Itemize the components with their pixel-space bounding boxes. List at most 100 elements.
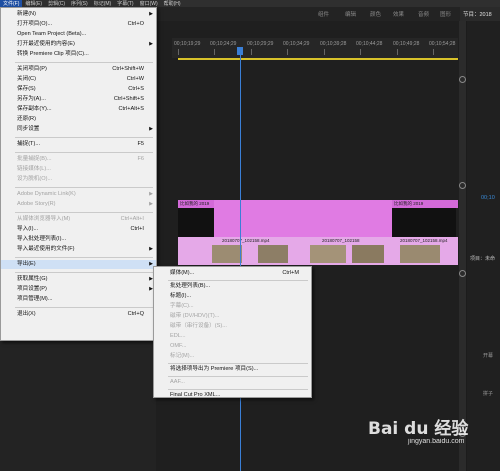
file-menu-item[interactable]: 导入批处理列表(I)... [1, 235, 156, 244]
export-menu-item: 字幕(C)... [154, 302, 311, 311]
file-menu-item[interactable]: 打开项目(O)... Ctrl+O [1, 20, 156, 29]
ruler-timecode: 00;10;44;28 [356, 41, 383, 47]
timeline-scrollbar[interactable] [459, 21, 466, 471]
project-tab[interactable]: 项目：未命 [470, 255, 495, 262]
project-item-label: 拼子 [483, 391, 494, 397]
menu-item-shortcut: F6 [137, 156, 144, 162]
clip-thumbnail[interactable] [352, 245, 384, 263]
menu-item-label: 从媒体浏览器导入(M) [17, 216, 71, 222]
menu-item-label: 批处理列表(B)... [170, 283, 211, 289]
file-menu-item[interactable]: 项目设置(P) ▶ [1, 285, 156, 294]
ruler-tick [178, 49, 179, 55]
menu-marker[interactable]: 标记(M) [91, 0, 115, 7]
menu-item-label: 设为脱机(O)... [17, 176, 53, 182]
ruler-timecode: 00;10;29;29 [247, 41, 274, 47]
scroll-handle-icon[interactable] [459, 76, 466, 83]
timeline-ruler[interactable]: 00;10;19;29 00;10;24;29 00;10;29;29 00;1… [172, 38, 458, 58]
playhead-line[interactable] [240, 55, 241, 471]
menu-title[interactable]: 字幕(T) [114, 0, 136, 7]
menu-item-label: 链接媒体(L)... [17, 166, 51, 172]
file-menu-item[interactable]: 另存为(A)... Ctrl+Shift+S [1, 95, 156, 104]
clip-thumbnail[interactable] [212, 245, 242, 263]
export-submenu: 媒体(M)... Ctrl+M 批处理列表(B)... 标题(I)... 字幕(C)..… [153, 266, 312, 398]
menu-item-label: 转换 Premiere Clip 项目(C)... [17, 51, 89, 57]
menu-edit[interactable]: 编辑(E) [22, 0, 45, 7]
file-menu-item[interactable]: 保存副本(Y)... Ctrl+Alt+S [1, 105, 156, 114]
file-menu-item[interactable]: 关闭项目(P) Ctrl+Shift+W [1, 65, 156, 74]
menu-separator [15, 137, 153, 138]
workspace-tab[interactable]: 音频 [418, 10, 429, 18]
file-menu-item[interactable]: 同步设置 ▶ [1, 125, 156, 134]
menu-separator [15, 257, 153, 258]
menu-separator [15, 187, 153, 188]
menu-window[interactable]: 窗口(W) [137, 0, 161, 7]
file-menu-item[interactable]: 保存(S) Ctrl+S [1, 85, 156, 94]
menu-separator [168, 280, 308, 281]
right-panel [467, 21, 500, 471]
file-menu-item: 链接媒体(L)... [1, 165, 156, 174]
menu-item-label: 关闭项目(P) [17, 66, 47, 72]
export-menu-item[interactable]: 将选择项导出为 Premiere 项目(S)... [154, 365, 311, 374]
menu-separator [15, 62, 153, 63]
menu-item-shortcut: Ctrl+Alt+I [120, 216, 144, 222]
work-area-bar[interactable] [178, 58, 458, 60]
file-menu-item[interactable]: 还原(R) [1, 115, 156, 124]
clip-thumbnail[interactable] [310, 245, 346, 263]
file-menu-item[interactable]: 关闭(C) Ctrl+W [1, 75, 156, 84]
menu-item-label: 标记(M)... [170, 353, 195, 359]
program-monitor-tab[interactable]: 节目：2018 [460, 7, 500, 21]
workspace-tab[interactable]: 图形 [440, 10, 451, 18]
export-menu-item[interactable]: 媒体(M)... Ctrl+M [154, 269, 311, 278]
menu-item-label: 导入最近使用的文件(F) [17, 246, 75, 252]
menu-file[interactable]: 文件(F) [0, 0, 23, 7]
clip-thumbnail[interactable] [400, 245, 440, 263]
file-menu-item[interactable]: 新建(N) ▶ [1, 10, 156, 19]
file-menu-item[interactable]: 打开最近使用的内容(E) ▶ [1, 40, 156, 49]
file-menu-item[interactable]: 获取属性(G) ▶ [1, 275, 156, 284]
workspace-tab[interactable]: 编辑 [345, 10, 356, 18]
submenu-arrow-icon: ▶ [149, 41, 153, 47]
scroll-handle-icon[interactable] [459, 182, 466, 189]
workspace-tab[interactable]: 效果 [393, 10, 404, 18]
file-menu-item[interactable]: 捕捉(T)... F5 [1, 140, 156, 149]
title-clip[interactable]: 比如我的 2019 [178, 200, 214, 208]
menu-separator [15, 212, 153, 213]
export-menu-item[interactable]: 标题(I)... [154, 292, 311, 301]
file-menu-item[interactable]: 导入最近使用的文件(F) ▶ [1, 245, 156, 254]
file-menu-item[interactable]: 项目管理(M)... [1, 295, 156, 304]
menu-item-label: 新建(N) [17, 11, 36, 17]
file-menu-item[interactable]: Open Team Project (Beta)... [1, 30, 156, 39]
menu-separator [15, 152, 153, 153]
ruler-timecode: 00;10;19;29 [174, 41, 201, 47]
file-menu-dropdown: 新建(N) ▶ 打开项目(O)... Ctrl+O Open Team Project … [0, 7, 157, 341]
clip-thumbnail[interactable] [258, 245, 288, 263]
file-menu-item[interactable]: 导出(E) ▶ [1, 260, 156, 269]
ruler-timecode: 00;10;34;29 [283, 41, 310, 47]
menu-separator [168, 376, 308, 377]
file-menu-item[interactable]: 转换 Premiere Clip 项目(C)... [1, 50, 156, 59]
ruler-tick [433, 49, 434, 55]
menu-help[interactable]: 帮助(H) [161, 0, 184, 7]
export-menu-item: 标记(M)... [154, 352, 311, 361]
title-clip[interactable]: 比如我的 2019 [392, 200, 458, 208]
menu-sequence[interactable]: 序列(S) [68, 0, 91, 7]
file-menu-item: 设为脱机(O)... [1, 175, 156, 184]
menu-item-label: 获取属性(G) [17, 276, 48, 282]
ruler-timecode: 00;10;49;28 [393, 41, 420, 47]
workspace-tab[interactable]: 颜色 [370, 10, 381, 18]
menu-clip[interactable]: 剪辑(C) [45, 0, 68, 7]
menu-item-shortcut: Ctrl+W [126, 76, 144, 82]
menu-item-label: 捕捉(T)... [17, 141, 40, 147]
file-menu-item[interactable]: 退出(X) Ctrl+Q [1, 310, 156, 319]
file-menu-item[interactable]: 导入(I)... Ctrl+I [1, 225, 156, 234]
menu-item-shortcut: Ctrl+Alt+S [118, 106, 145, 112]
export-menu-item[interactable]: 批处理列表(B)... [154, 282, 311, 291]
scroll-handle-icon[interactable] [459, 270, 466, 277]
program-monitor-label: 节目：2018 [463, 12, 492, 18]
menu-item-label: 项目管理(M)... [17, 296, 53, 302]
export-menu-item[interactable]: Final Cut Pro XML... [154, 391, 311, 400]
workspace-tab[interactable]: 组件 [318, 10, 329, 18]
menu-item-shortcut: F5 [137, 141, 144, 147]
menu-item-label: 导出(E) [17, 261, 36, 267]
playhead-handle[interactable] [237, 47, 243, 55]
